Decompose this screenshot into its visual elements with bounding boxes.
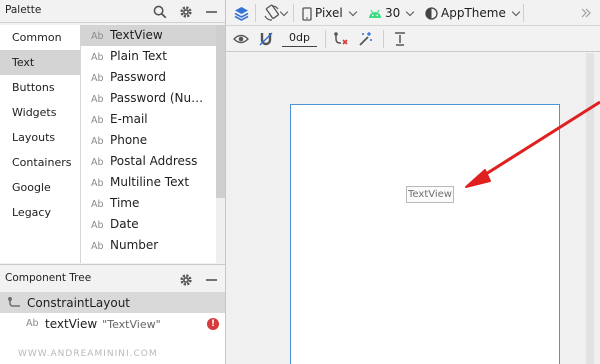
widget-label: Phone [110,133,148,147]
palette-category-widgets[interactable]: Widgets [0,100,80,125]
palette-scrollbar-thumb[interactable] [216,25,225,198]
device-icon [302,6,312,21]
constraint-layout-icon [7,296,21,310]
device-screen[interactable] [290,104,560,364]
text-widget-icon: Ab [91,94,104,105]
theme-icon [425,7,438,20]
toolbar-separator [255,4,256,22]
tree-node-label: textView "TextView" [45,314,161,335]
orientation-icon[interactable] [263,4,281,22]
palette-scrollbar[interactable] [216,25,225,263]
widget-label: Date [110,217,139,231]
layers-icon[interactable] [232,4,250,22]
tree-node-label: ConstraintLayout [27,296,131,310]
design-canvas[interactable]: TextView [226,53,600,364]
palette-category-text[interactable]: Text [0,50,80,75]
tree-node-id: textView [45,317,98,331]
widget-label: Multiline Text [110,175,190,189]
toolbar-separator [293,4,294,22]
widget-label: Time [110,196,140,210]
tree-node-textview[interactable]: Ab textView "TextView" ! [0,314,225,334]
widget-label: Postal Address [110,154,198,168]
palette-widget-number[interactable]: Ab Number [81,235,216,256]
palette-title: Palette [5,4,42,16]
widget-label: Password [110,70,167,84]
tree-node-constraintlayout[interactable]: ConstraintLayout [0,293,225,313]
text-widget-icon: Ab [91,52,104,63]
text-widget-icon: Ab [91,136,104,147]
gear-icon[interactable] [177,3,194,20]
palette-widget-password[interactable]: Ab Password [81,67,216,88]
text-widget-icon: Ab [26,318,39,329]
palette-widget-time[interactable]: Ab Time [81,193,216,214]
palette-category-google[interactable]: Google [0,175,80,200]
text-widget-icon: Ab [91,73,104,84]
palette-category-containers[interactable]: Containers [0,150,80,175]
component-tree-title: Component Tree [5,272,92,284]
api-level-label: 30 [385,6,401,20]
component-tree-header: Component Tree [0,264,225,293]
error-icon[interactable]: ! [207,318,219,330]
infer-constraints-icon[interactable] [356,30,374,48]
palette-widget-email[interactable]: Ab E-mail [81,109,216,130]
text-widget-icon: Ab [91,199,104,210]
toolbar-separator [325,30,326,48]
search-icon[interactable] [151,3,168,20]
chevron-down-icon[interactable] [279,4,289,22]
minimize-icon[interactable] [203,3,220,20]
text-widget-icon: Ab [91,178,104,189]
android-icon [369,9,381,18]
text-widget-icon: Ab [91,220,104,231]
palette-category-common[interactable]: Common [0,25,80,50]
palette-category-layouts[interactable]: Layouts [0,125,80,150]
palette-widget-date[interactable]: Ab Date [81,214,216,235]
theme-dropdown[interactable]: AppTheme [425,5,521,22]
palette-widget-phone[interactable]: Ab Phone [81,130,216,151]
palette-widget-postal-address[interactable]: Ab Postal Address [81,151,216,172]
chevron-right-icon[interactable] [577,4,595,22]
text-widget-icon: Ab [91,157,104,168]
eye-icon[interactable] [232,30,250,48]
palette-header: Palette [0,0,225,23]
clear-constraints-icon[interactable] [332,30,350,48]
widget-label: Plain Text [110,49,167,63]
device-dropdown[interactable]: Pixel [302,5,358,22]
toolbar-separator [523,4,524,22]
palette-category-list: Common Text Buttons Widgets Layouts Cont… [0,25,81,263]
text-widget-icon: Ab [91,31,104,42]
design-toolbar: Pixel 30 AppTheme [226,0,600,26]
chevron-down-icon [511,7,521,17]
align-icon[interactable] [391,30,409,48]
default-margin-field[interactable]: 0dp [282,31,317,47]
palette-widget-textview[interactable]: Ab TextView [81,25,216,46]
canvas-scrollbar[interactable] [580,53,600,364]
widget-label: Password (Nu… [110,91,204,105]
watermark: WWW.ANDREAMININI.COM [18,349,158,359]
canvas-scrollbar-thumb[interactable] [586,53,594,364]
minimize-icon[interactable] [203,271,220,288]
gear-icon[interactable] [177,271,194,288]
chevron-down-icon [406,7,415,17]
palette-category-legacy[interactable]: Legacy [0,200,80,225]
chevron-down-icon [348,7,358,17]
toolbar-separator [383,30,384,48]
palette-widget-list: Ab TextView Ab Plain Text Ab Password Ab Pas… [81,25,216,263]
widget-label: TextView [110,28,163,42]
magnet-icon[interactable] [257,30,275,48]
palette-widget-multiline-text[interactable]: Ab Multiline Text [81,172,216,193]
canvas-textview[interactable]: TextView [406,186,454,203]
api-level-dropdown[interactable]: 30 [368,5,415,22]
tree-node-text-value: "TextView" [102,318,161,331]
text-widget-icon: Ab [91,115,104,126]
palette-category-buttons[interactable]: Buttons [0,75,80,100]
text-widget-icon: Ab [91,241,104,252]
palette-widget-plain-text[interactable]: Ab Plain Text [81,46,216,67]
theme-label: AppTheme [441,6,506,20]
widget-label: Number [110,238,159,252]
constraint-toolbar: 0dp [226,26,600,52]
palette-widget-password-numeric[interactable]: Ab Password (Nu… [81,88,216,109]
widget-label: E-mail [110,112,148,126]
device-label: Pixel [315,6,343,20]
